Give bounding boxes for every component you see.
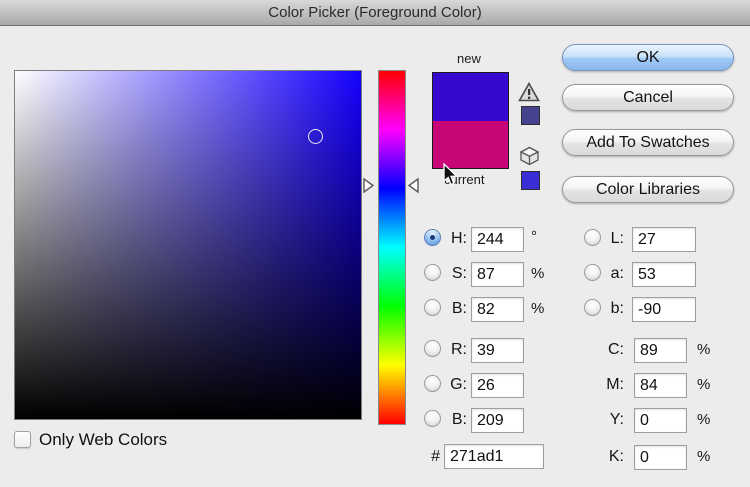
c-unit: %: [697, 341, 710, 358]
hue-slider-arrow-right-icon[interactable]: [407, 177, 420, 194]
y-unit: %: [697, 411, 710, 428]
radio-g[interactable]: [424, 375, 441, 392]
b-input[interactable]: [471, 297, 524, 322]
b2-input[interactable]: [471, 408, 524, 433]
new-color-swatch: [433, 73, 508, 121]
radio-h[interactable]: [424, 229, 441, 246]
b2-label: B:: [441, 411, 467, 429]
gamut-safe-color-swatch[interactable]: [521, 106, 540, 125]
l-label: L:: [598, 230, 624, 248]
m-input[interactable]: [634, 373, 687, 398]
h-input[interactable]: [471, 227, 524, 252]
r-input[interactable]: [471, 338, 524, 363]
new-color-label: new: [457, 51, 481, 66]
radio-b[interactable]: [424, 299, 441, 316]
s-label: S:: [441, 265, 467, 283]
g-input[interactable]: [471, 373, 524, 398]
hex-label: #: [414, 448, 440, 466]
bb-label: b:: [598, 300, 624, 318]
m-unit: %: [697, 376, 710, 393]
c-input[interactable]: [634, 338, 687, 363]
only-web-colors-checkbox[interactable]: [14, 431, 31, 448]
add-to-swatches-button[interactable]: Add To Swatches: [562, 129, 734, 156]
web-safe-cube-icon[interactable]: [519, 146, 540, 166]
radio-b2[interactable]: [424, 410, 441, 427]
h-label: H:: [441, 230, 467, 248]
g-label: G:: [441, 376, 467, 394]
dialog-title: Color Picker (Foreground Color): [0, 0, 750, 26]
hex-input[interactable]: [444, 444, 544, 469]
only-web-colors-label: Only Web Colors: [39, 430, 167, 450]
gamut-warning-icon[interactable]: [518, 82, 540, 102]
bb-input[interactable]: [632, 297, 696, 322]
k-input[interactable]: [634, 445, 687, 470]
current-color-swatch[interactable]: [433, 121, 508, 169]
hue-slider-arrow-left-icon[interactable]: [362, 177, 375, 194]
h-unit: °: [531, 228, 537, 245]
b-unit: %: [531, 300, 544, 317]
saturation-brightness-field[interactable]: [14, 70, 362, 420]
r-label: R:: [441, 341, 467, 359]
mouse-cursor-icon: [443, 163, 459, 187]
swatch-box: [432, 72, 509, 169]
a-input[interactable]: [632, 262, 696, 287]
a-label: a:: [598, 265, 624, 283]
ok-button[interactable]: OK: [562, 44, 734, 71]
color-libraries-button[interactable]: Color Libraries: [562, 176, 734, 203]
s-input[interactable]: [471, 262, 524, 287]
cancel-button[interactable]: Cancel: [562, 84, 734, 111]
k-label: K:: [598, 448, 624, 466]
radio-r[interactable]: [424, 340, 441, 357]
s-unit: %: [531, 265, 544, 282]
b-label: B:: [441, 300, 467, 318]
y-input[interactable]: [634, 408, 687, 433]
radio-s[interactable]: [424, 264, 441, 281]
web-safe-color-swatch[interactable]: [521, 171, 540, 190]
y-label: Y:: [598, 411, 624, 429]
color-field-marker[interactable]: [308, 129, 323, 144]
color-picker-dialog: Color Picker (Foreground Color) new curr…: [0, 0, 750, 487]
m-label: M:: [598, 376, 624, 394]
hue-slider[interactable]: [378, 70, 406, 425]
l-input[interactable]: [632, 227, 696, 252]
c-label: C:: [598, 341, 624, 359]
k-unit: %: [697, 448, 710, 465]
